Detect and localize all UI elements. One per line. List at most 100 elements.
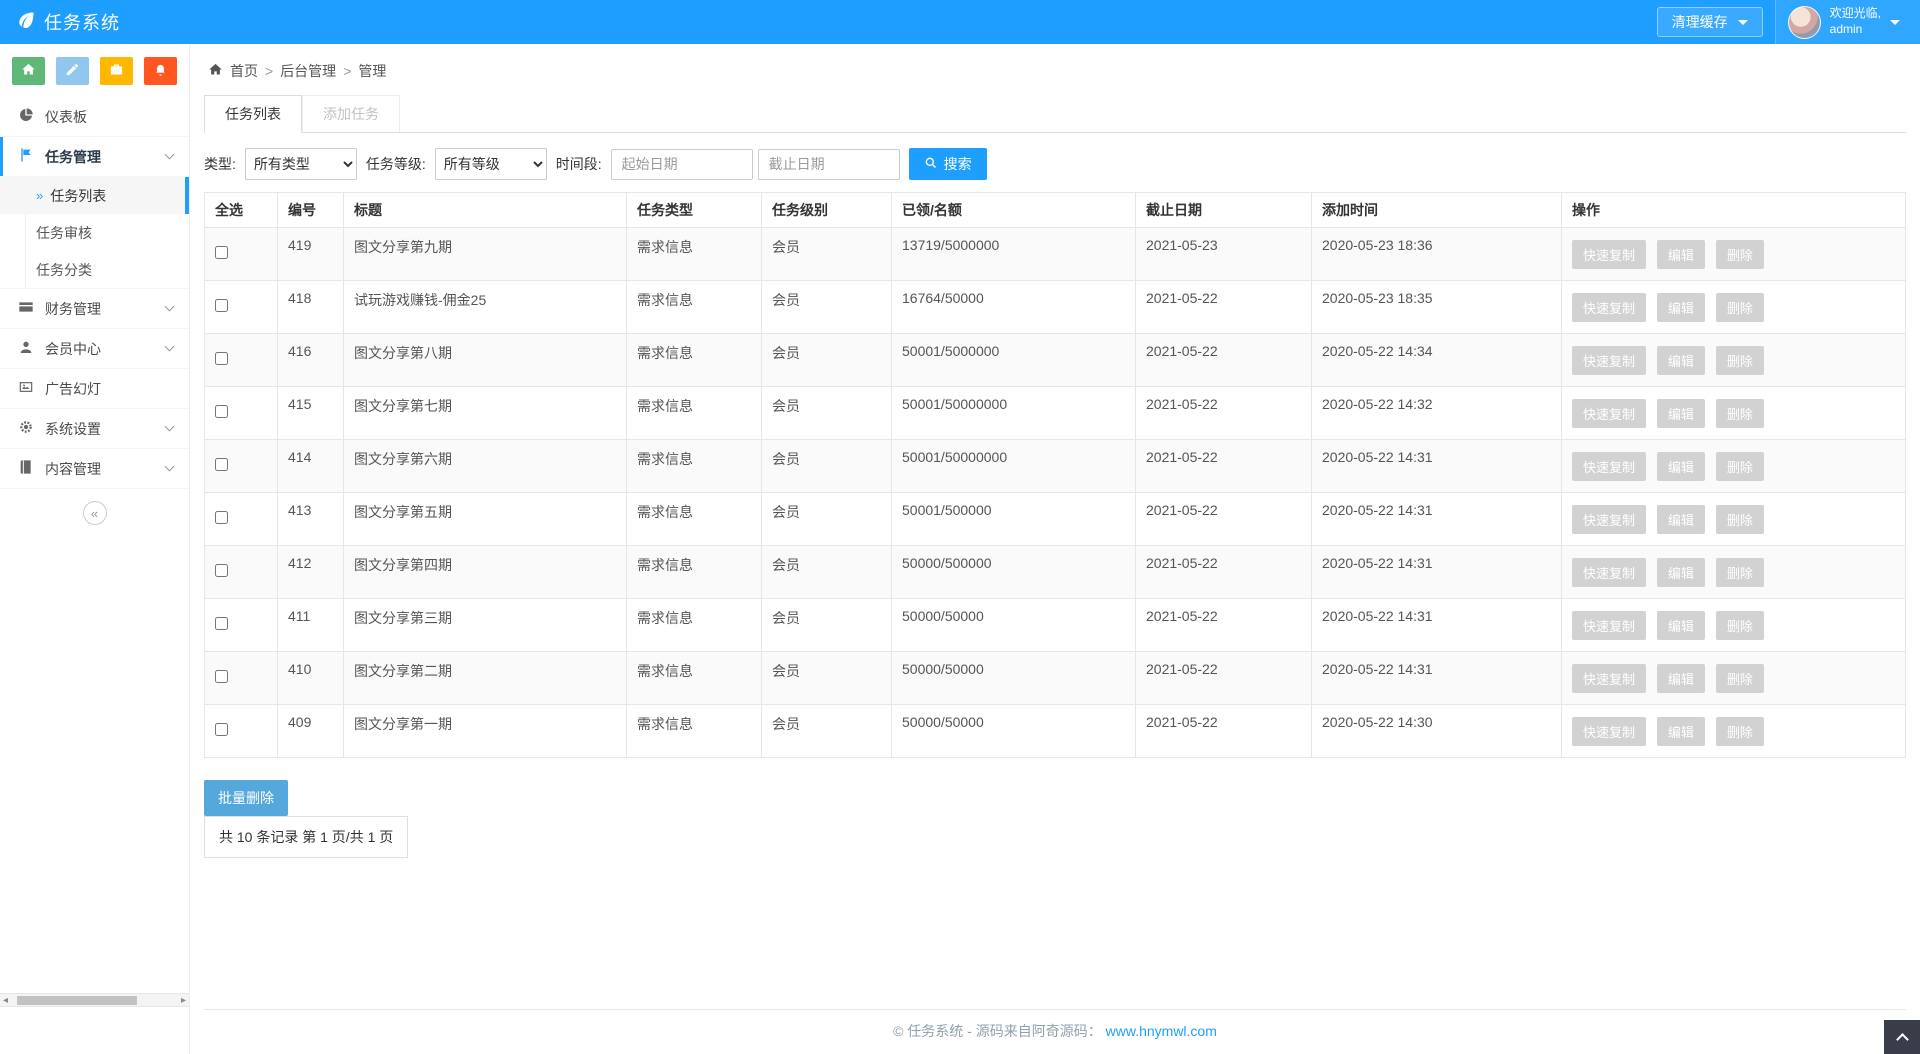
delete-button[interactable]: 删除 xyxy=(1716,717,1764,746)
quick-edit-button[interactable] xyxy=(56,57,89,85)
level-select[interactable]: 所有等级 xyxy=(435,148,547,180)
sidebar-item-task-management[interactable]: 任务管理 xyxy=(0,137,189,177)
quick-copy-button[interactable]: 快速复制 xyxy=(1572,505,1646,534)
clear-cache-button[interactable]: 清理缓存 xyxy=(1657,7,1763,37)
delete-button[interactable]: 删除 xyxy=(1716,611,1764,640)
quick-copy-button[interactable]: 快速复制 xyxy=(1572,240,1646,269)
sidebar-item-member-center[interactable]: 会员中心 xyxy=(0,329,189,369)
row-checkbox[interactable] xyxy=(215,564,228,577)
quick-home-button[interactable] xyxy=(12,57,45,85)
quick-copy-button[interactable]: 快速复制 xyxy=(1572,717,1646,746)
quick-copy-button[interactable]: 快速复制 xyxy=(1572,558,1646,587)
scrollbar-thumb[interactable] xyxy=(17,996,137,1005)
cell-quota: 50001/50000000 xyxy=(892,387,1136,440)
start-date-input[interactable] xyxy=(611,149,753,180)
user-menu[interactable]: 欢迎光临, admin xyxy=(1775,0,1920,44)
row-checkbox[interactable] xyxy=(215,723,228,736)
delete-button[interactable]: 删除 xyxy=(1716,664,1764,693)
footer-link[interactable]: www.hnymwl.com xyxy=(1106,1023,1217,1039)
quick-copy-button[interactable]: 快速复制 xyxy=(1572,293,1646,322)
quick-copy-button[interactable]: 快速复制 xyxy=(1572,346,1646,375)
edit-button[interactable]: 编辑 xyxy=(1657,611,1705,640)
type-select[interactable]: 所有类型 xyxy=(245,148,357,180)
edit-button[interactable]: 编辑 xyxy=(1657,664,1705,693)
date-range xyxy=(611,149,900,180)
search-button[interactable]: 搜索 xyxy=(909,148,987,180)
edit-button[interactable]: 编辑 xyxy=(1657,240,1705,269)
scroll-right-icon[interactable]: ▸ xyxy=(178,995,189,1006)
table-row: 416 图文分享第八期 需求信息 会员 50001/5000000 2021-0… xyxy=(205,334,1906,387)
delete-button[interactable]: 删除 xyxy=(1716,399,1764,428)
tab-add-task[interactable]: 添加任务 xyxy=(302,95,400,132)
edit-button[interactable]: 编辑 xyxy=(1657,346,1705,375)
filter-bar: 类型: 所有类型 任务等级: 所有等级 时间段: 搜索 xyxy=(204,148,1906,180)
sidebar-item-content-management[interactable]: 内容管理 xyxy=(0,449,189,489)
edit-button[interactable]: 编辑 xyxy=(1657,293,1705,322)
row-checkbox[interactable] xyxy=(215,617,228,630)
bell-icon xyxy=(153,62,168,80)
cell-type: 需求信息 xyxy=(627,652,762,705)
cell-deadline: 2021-05-22 xyxy=(1136,546,1312,599)
delete-button[interactable]: 删除 xyxy=(1716,346,1764,375)
sidebar-item-dashboard[interactable]: 仪表板 xyxy=(0,97,189,137)
table-row: 415 图文分享第七期 需求信息 会员 50001/50000000 2021-… xyxy=(205,387,1906,440)
sidebar: 仪表板 任务管理 » 任务列表 任务审核 任务分类 xyxy=(0,44,190,1054)
cell-type: 需求信息 xyxy=(627,493,762,546)
quick-copy-button[interactable]: 快速复制 xyxy=(1572,452,1646,481)
quick-copy-button[interactable]: 快速复制 xyxy=(1572,611,1646,640)
row-checkbox[interactable] xyxy=(215,405,228,418)
credit-card-icon xyxy=(18,299,34,318)
quick-briefcase-button[interactable] xyxy=(100,57,133,85)
edit-button[interactable]: 编辑 xyxy=(1657,452,1705,481)
cell-title: 图文分享第二期 xyxy=(344,652,627,705)
sidebar-item-system-settings[interactable]: 系统设置 xyxy=(0,409,189,449)
delete-button[interactable]: 删除 xyxy=(1716,293,1764,322)
edit-button[interactable]: 编辑 xyxy=(1657,399,1705,428)
breadcrumb-separator: > xyxy=(265,63,273,79)
cell-deadline: 2021-05-22 xyxy=(1136,652,1312,705)
active-marker-icon: » xyxy=(36,188,43,203)
search-button-label: 搜索 xyxy=(944,154,972,174)
delete-button[interactable]: 删除 xyxy=(1716,558,1764,587)
sidebar-menu: 仪表板 任务管理 » 任务列表 任务审核 任务分类 xyxy=(0,97,189,489)
sidebar-item-task-review[interactable]: 任务审核 xyxy=(0,214,189,251)
quick-copy-button[interactable]: 快速复制 xyxy=(1572,664,1646,693)
edit-button[interactable]: 编辑 xyxy=(1657,717,1705,746)
page-footer: © 任务系统 - 源码来自阿奇源码： www.hnymwl.com xyxy=(204,1009,1906,1054)
sidebar-item-finance[interactable]: 财务管理 xyxy=(0,289,189,329)
scroll-left-icon[interactable]: ◂ xyxy=(0,995,11,1006)
scrollbar-track[interactable] xyxy=(11,994,178,1006)
sidebar-item-label: 仪表板 xyxy=(45,107,87,127)
row-checkbox[interactable] xyxy=(215,352,228,365)
delete-button[interactable]: 删除 xyxy=(1716,505,1764,534)
quick-copy-button[interactable]: 快速复制 xyxy=(1572,399,1646,428)
task-management-submenu: » 任务列表 任务审核 任务分类 xyxy=(0,177,189,289)
row-checkbox[interactable] xyxy=(215,670,228,683)
welcome-line: 欢迎光临, xyxy=(1830,6,1881,22)
batch-delete-button[interactable]: 批量删除 xyxy=(204,780,288,816)
row-checkbox[interactable] xyxy=(215,299,228,312)
end-date-input[interactable] xyxy=(758,149,900,180)
sidebar-horizontal-scrollbar[interactable]: ◂ ▸ xyxy=(0,993,189,1007)
sidebar-item-label: 广告幻灯 xyxy=(45,379,101,399)
sidebar-item-task-list[interactable]: » 任务列表 xyxy=(0,177,189,214)
sidebar-item-ad-slides[interactable]: 广告幻灯 xyxy=(0,369,189,409)
row-checkbox[interactable] xyxy=(215,246,228,259)
tab-task-list[interactable]: 任务列表 xyxy=(204,95,302,132)
cell-added: 2020-05-22 14:31 xyxy=(1312,546,1562,599)
app-title: 任务系统 xyxy=(44,9,120,35)
quick-bell-button[interactable] xyxy=(144,57,177,85)
breadcrumb-home-link[interactable]: 首页 xyxy=(230,61,258,81)
delete-button[interactable]: 删除 xyxy=(1716,452,1764,481)
breadcrumb-admin-link[interactable]: 后台管理 xyxy=(280,61,336,81)
back-to-top-button[interactable] xyxy=(1884,1020,1920,1054)
edit-button[interactable]: 编辑 xyxy=(1657,558,1705,587)
breadcrumb-separator: > xyxy=(343,63,351,79)
cell-level: 会员 xyxy=(762,546,892,599)
sidebar-item-task-category[interactable]: 任务分类 xyxy=(0,251,189,288)
row-checkbox[interactable] xyxy=(215,511,228,524)
edit-button[interactable]: 编辑 xyxy=(1657,505,1705,534)
sidebar-collapse-button[interactable]: « xyxy=(83,501,107,525)
delete-button[interactable]: 删除 xyxy=(1716,240,1764,269)
row-checkbox[interactable] xyxy=(215,458,228,471)
